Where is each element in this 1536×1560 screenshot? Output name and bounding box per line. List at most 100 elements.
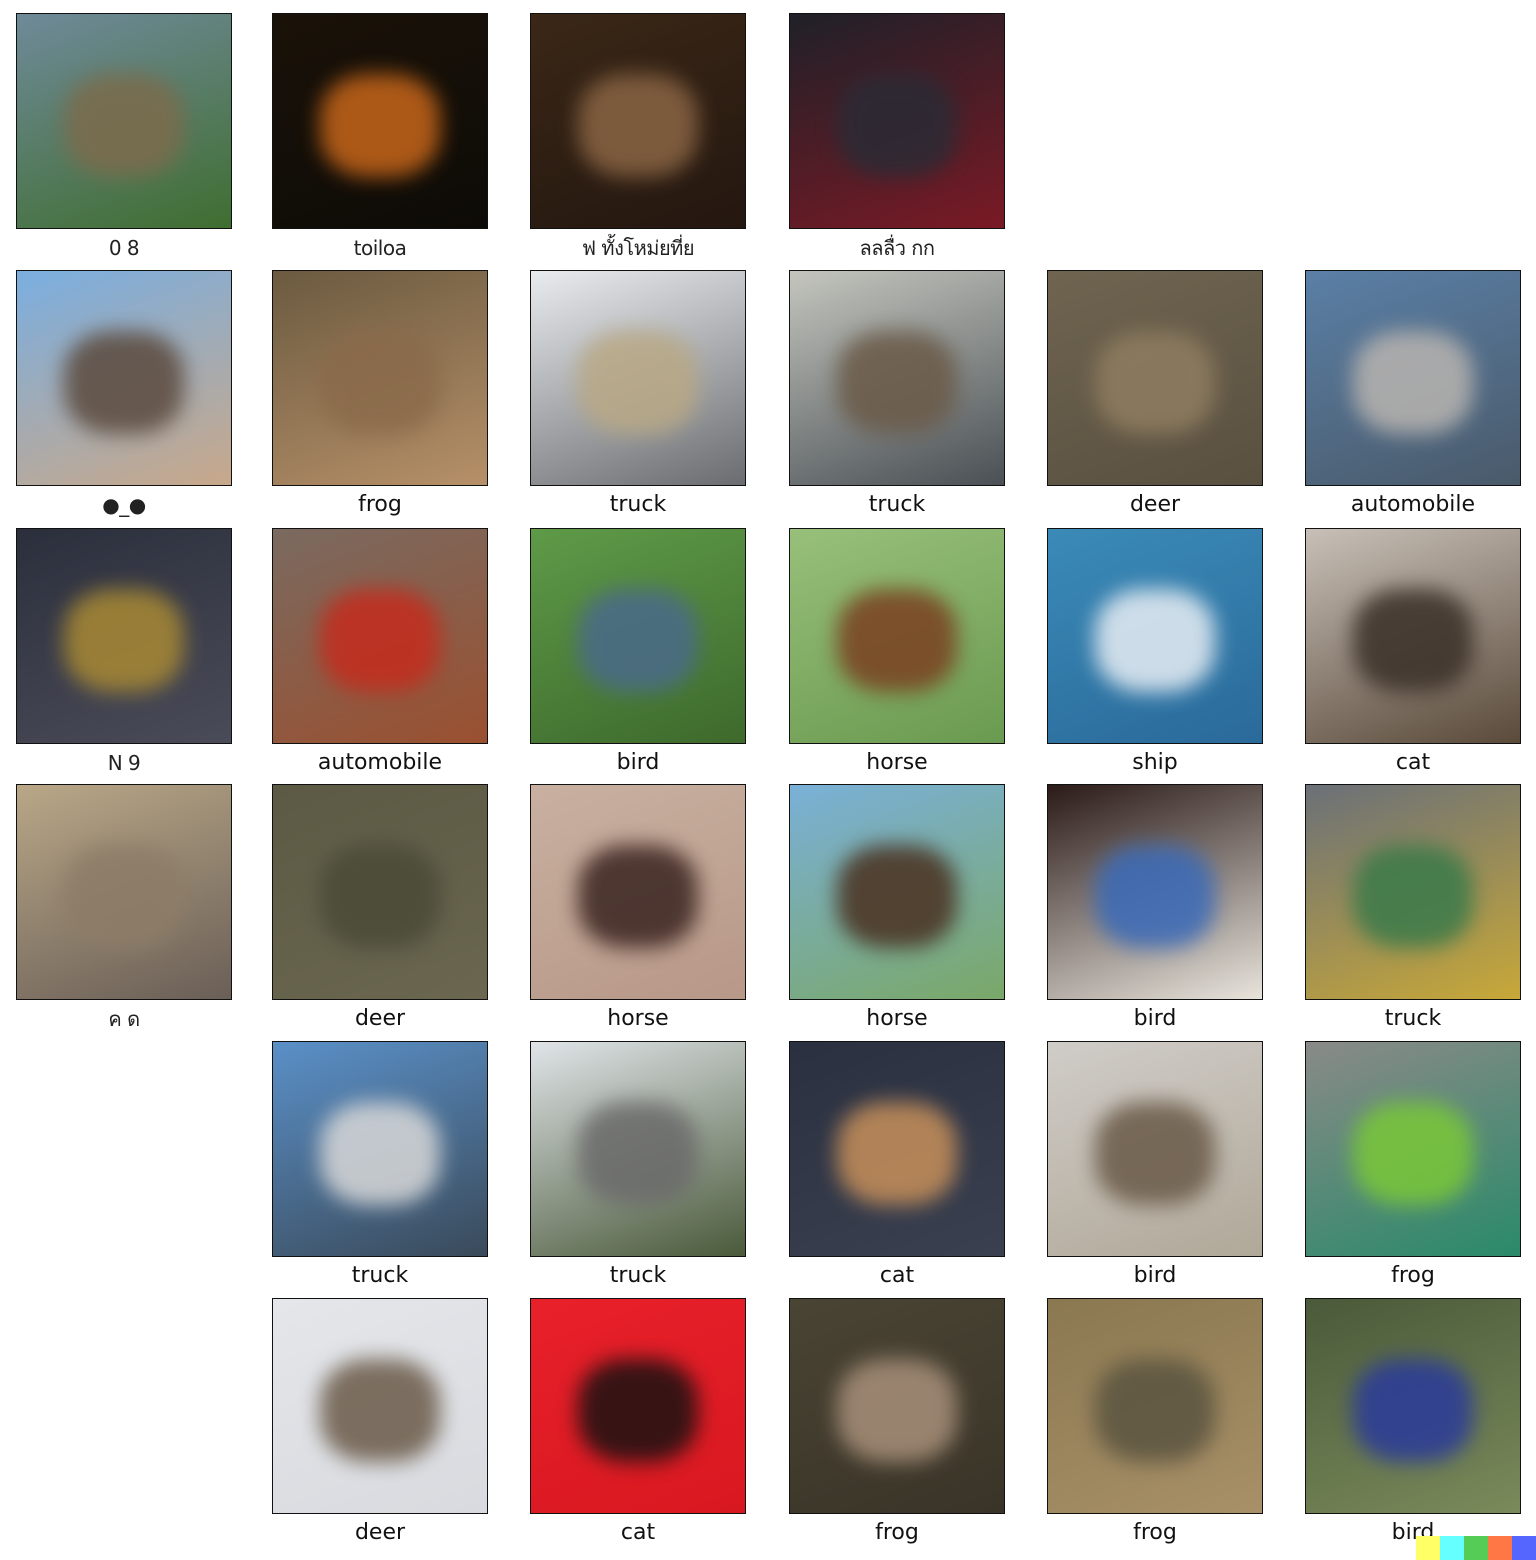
- image-subject: [64, 588, 184, 692]
- image-subject: [64, 330, 184, 434]
- image-subject: [320, 844, 440, 948]
- image-tile: [272, 1041, 488, 1257]
- image-label: truck: [1384, 1006, 1442, 1031]
- image-tile: [272, 270, 488, 486]
- image-subject: [1095, 588, 1215, 692]
- color-swatch: [1464, 1536, 1488, 1560]
- image-label: toiloa: [353, 236, 407, 260]
- image-tile: [789, 13, 1005, 229]
- image-label: bird: [1133, 1263, 1177, 1288]
- image-tile: [530, 270, 746, 486]
- image-tile: [530, 784, 746, 1000]
- image-label: deer: [354, 1520, 406, 1545]
- image-subject: [1353, 588, 1473, 692]
- image-label: bird: [616, 750, 660, 775]
- image-subject: [64, 844, 184, 948]
- image-label: cat: [879, 1263, 915, 1288]
- image-tile: [1047, 1041, 1263, 1257]
- image-subject: [320, 73, 440, 177]
- image-subject: [1095, 1101, 1215, 1205]
- image-subject: [578, 588, 698, 692]
- image-tile: [272, 13, 488, 229]
- image-label: frog: [358, 492, 402, 517]
- image-label: automobile: [1350, 492, 1476, 517]
- image-tile: [789, 784, 1005, 1000]
- image-tile: [530, 528, 746, 744]
- image-label: cat: [1395, 750, 1431, 775]
- image-subject: [320, 330, 440, 434]
- image-label: horse: [607, 1006, 669, 1031]
- image-label: horse: [866, 750, 928, 775]
- image-subject: [837, 1101, 957, 1205]
- color-strip: [1416, 1536, 1536, 1560]
- image-tile: [1305, 784, 1521, 1000]
- image-subject: [837, 330, 957, 434]
- image-subject: [578, 844, 698, 948]
- image-subject: [1353, 1358, 1473, 1462]
- image-tile: [1047, 270, 1263, 486]
- image-subject: [578, 73, 698, 177]
- image-label: bird: [1133, 1006, 1177, 1031]
- image-subject: [837, 588, 957, 692]
- image-label: frog: [1391, 1263, 1435, 1288]
- image-label: N 9: [107, 751, 141, 775]
- image-tile: [789, 1041, 1005, 1257]
- image-tile: [16, 784, 232, 1000]
- color-swatch: [1416, 1536, 1440, 1560]
- image-tile: [272, 1298, 488, 1514]
- image-subject: [1095, 330, 1215, 434]
- image-subject: [320, 1358, 440, 1462]
- image-tile: [530, 1041, 746, 1257]
- image-grid: 0 8 ●_● N 9 ค ด toiloa ฟ ทั้งโหม่ยที่ย ลลลื่ว …: [0, 0, 1536, 1560]
- image-label: ship: [1132, 750, 1178, 775]
- image-tile: [16, 13, 232, 229]
- image-subject: [320, 588, 440, 692]
- image-tile: [789, 528, 1005, 744]
- image-tile: [272, 528, 488, 744]
- image-label: ฟ ทั้งโหม่ยที่ย: [581, 236, 695, 260]
- image-label: ●_●: [102, 493, 146, 517]
- image-tile: [789, 270, 1005, 486]
- image-tile: [1305, 528, 1521, 744]
- image-tile: [789, 1298, 1005, 1514]
- color-swatch: [1512, 1536, 1536, 1560]
- image-subject: [320, 1101, 440, 1205]
- image-label: truck: [609, 492, 667, 517]
- image-tile: [1305, 1041, 1521, 1257]
- color-swatch: [1440, 1536, 1464, 1560]
- image-label: deer: [1129, 492, 1181, 517]
- image-subject: [1353, 844, 1473, 948]
- image-subject: [1353, 1101, 1473, 1205]
- image-subject: [578, 330, 698, 434]
- image-subject: [837, 844, 957, 948]
- image-tile: [1305, 1298, 1521, 1514]
- image-label: frog: [1133, 1520, 1177, 1545]
- image-tile: [530, 13, 746, 229]
- image-tile: [1305, 270, 1521, 486]
- color-swatch: [1488, 1536, 1512, 1560]
- image-label: ค ด: [108, 1007, 140, 1031]
- image-tile: [1047, 528, 1263, 744]
- image-label: cat: [620, 1520, 656, 1545]
- image-label: deer: [354, 1006, 406, 1031]
- image-label: horse: [866, 1006, 928, 1031]
- image-subject: [64, 73, 184, 177]
- image-subject: [1095, 844, 1215, 948]
- image-subject: [1353, 330, 1473, 434]
- image-subject: [837, 73, 957, 177]
- image-label: truck: [351, 1263, 409, 1288]
- image-label: frog: [875, 1520, 919, 1545]
- image-subject: [578, 1358, 698, 1462]
- image-label: automobile: [317, 750, 443, 775]
- image-tile: [1047, 1298, 1263, 1514]
- image-tile: [272, 784, 488, 1000]
- image-label: truck: [609, 1263, 667, 1288]
- image-label: ลลลื่ว กก: [859, 236, 935, 260]
- image-subject: [1095, 1358, 1215, 1462]
- image-tile: [530, 1298, 746, 1514]
- image-label: 0 8: [108, 236, 140, 260]
- image-tile: [1047, 784, 1263, 1000]
- image-subject: [837, 1358, 957, 1462]
- image-subject: [578, 1101, 698, 1205]
- image-label: truck: [868, 492, 926, 517]
